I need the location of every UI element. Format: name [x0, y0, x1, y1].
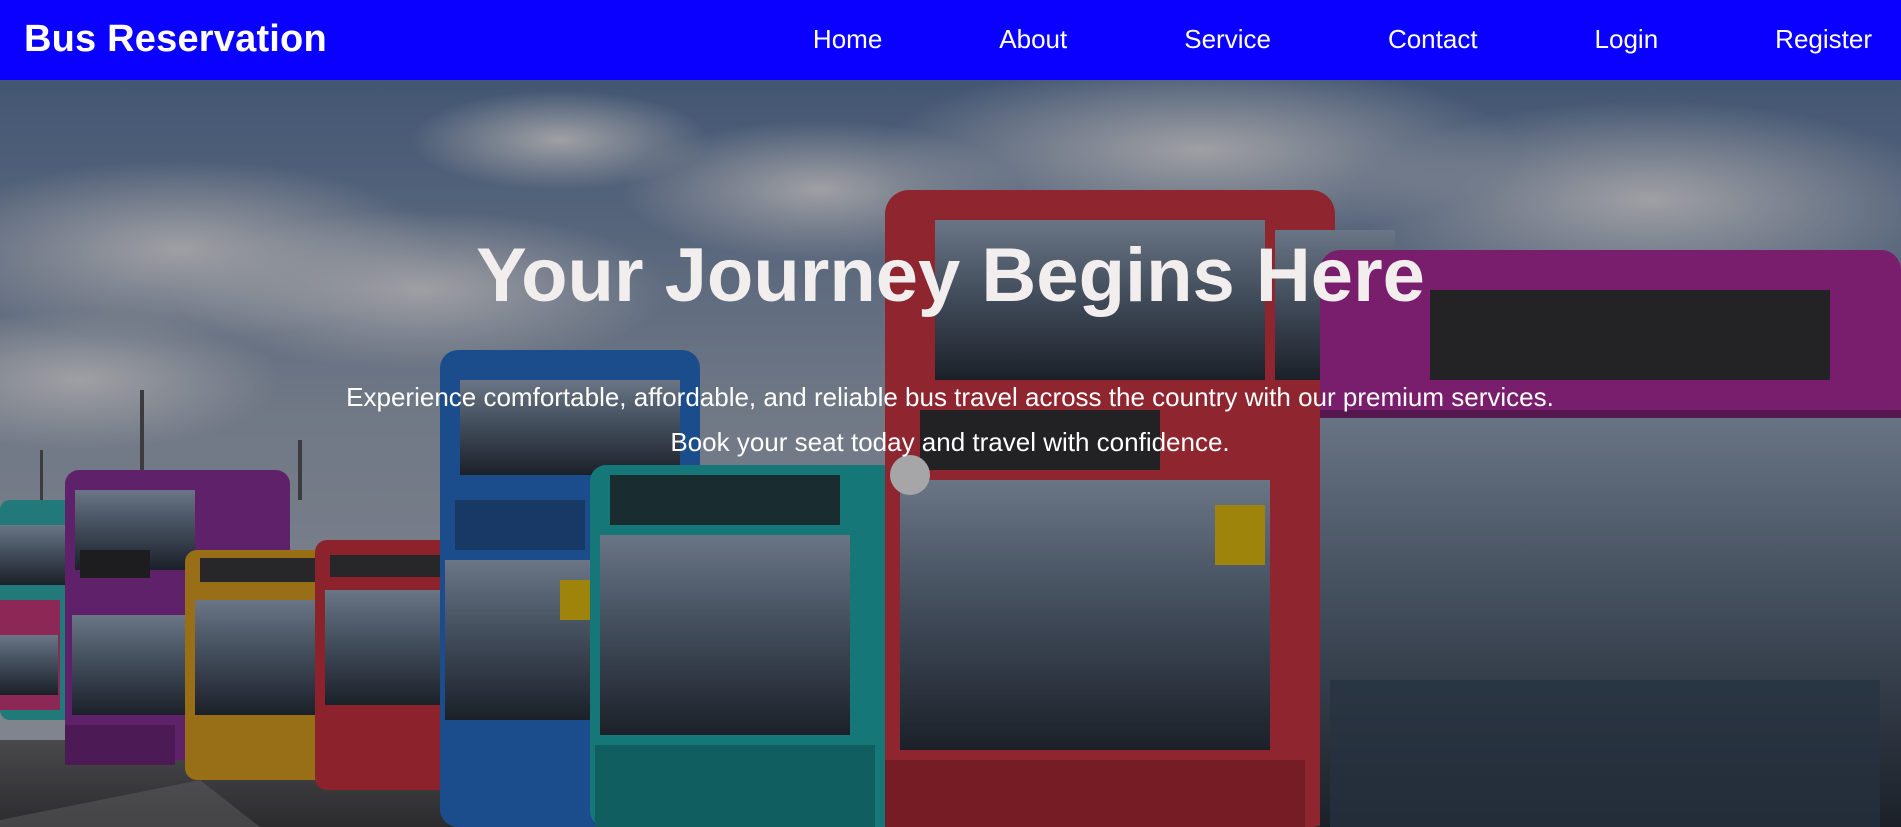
nav-link-service[interactable]: Service — [1184, 24, 1271, 55]
navbar: Bus Reservation Home About Service Conta… — [0, 0, 1901, 80]
hero-section: Your Journey Begins Here Experience comf… — [0, 80, 1901, 827]
nav-link-login[interactable]: Login — [1595, 24, 1659, 55]
nav-links: Home About Service Contact Login Registe… — [813, 24, 1872, 55]
hero-title: Your Journey Begins Here — [476, 233, 1425, 318]
hero-description: Experience comfortable, affordable, and … — [346, 382, 1554, 457]
nav-link-home[interactable]: Home — [813, 24, 882, 55]
nav-link-about[interactable]: About — [999, 24, 1067, 55]
nav-link-register[interactable]: Register — [1775, 24, 1872, 55]
brand-logo-text[interactable]: Bus Reservation — [24, 18, 327, 61]
nav-link-contact[interactable]: Contact — [1388, 24, 1478, 55]
page: Bus Reservation Home About Service Conta… — [0, 0, 1901, 827]
